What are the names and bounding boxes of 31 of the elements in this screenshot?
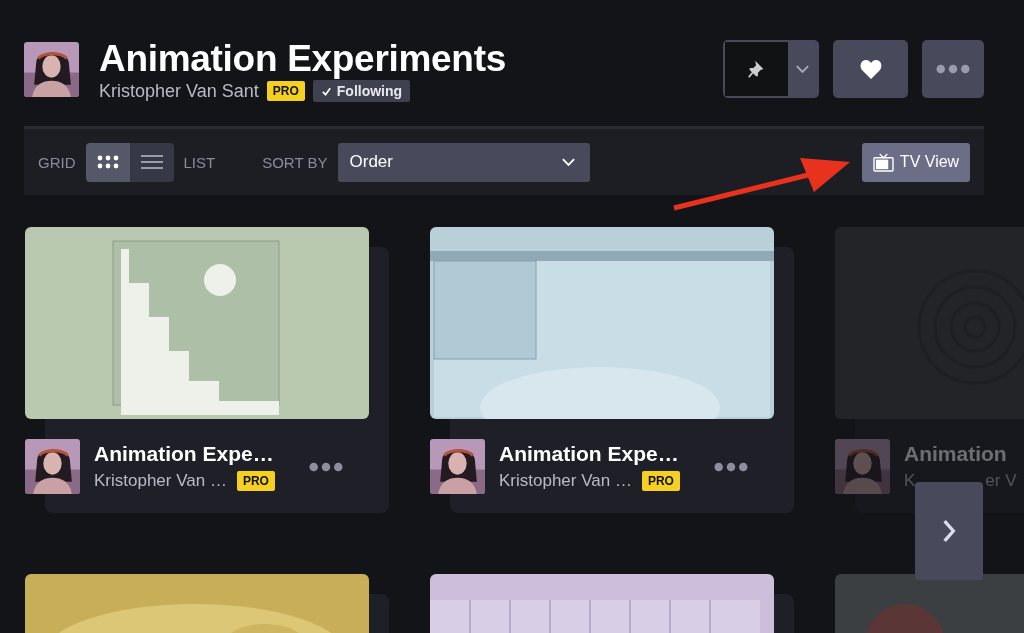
sort-label: SORT BY [262,153,328,171]
following-button[interactable]: Following [312,80,411,102]
list-label: LIST [183,153,216,171]
sort-dropdown[interactable]: Order [337,142,590,182]
card-title[interactable]: Animation Expe… [499,442,714,466]
list-icon [140,154,163,170]
author-name[interactable]: Kristopher Van … [94,471,227,491]
more-icon [309,461,343,472]
tv-icon [872,152,894,172]
pro-badge: PRO [641,471,680,491]
pro-badge: PRO [266,81,305,101]
more-icon [936,64,970,74]
heart-icon [858,58,883,80]
tv-view-button[interactable]: TV View [862,142,970,182]
chevron-icon [560,157,576,167]
more-button[interactable] [922,40,984,98]
collection-title: Animation Experiments [99,40,507,78]
list-view-button[interactable] [129,142,174,182]
grid-view-button[interactable] [85,142,130,182]
author-name[interactable]: Kristopher Van … [499,471,632,491]
caret-icon [795,64,810,74]
author-name[interactable]: Kristopher Van Sant [99,80,259,102]
card-title[interactable]: Animation Expe… [94,442,309,466]
grid-label: GRID [38,153,76,171]
check-icon [320,85,332,97]
more-icon [714,461,748,472]
grid-icon [96,154,119,170]
like-button[interactable] [833,40,908,98]
pin-dropdown[interactable] [723,40,819,98]
chevron-right-icon [942,519,956,543]
pro-badge: PRO [236,471,275,491]
